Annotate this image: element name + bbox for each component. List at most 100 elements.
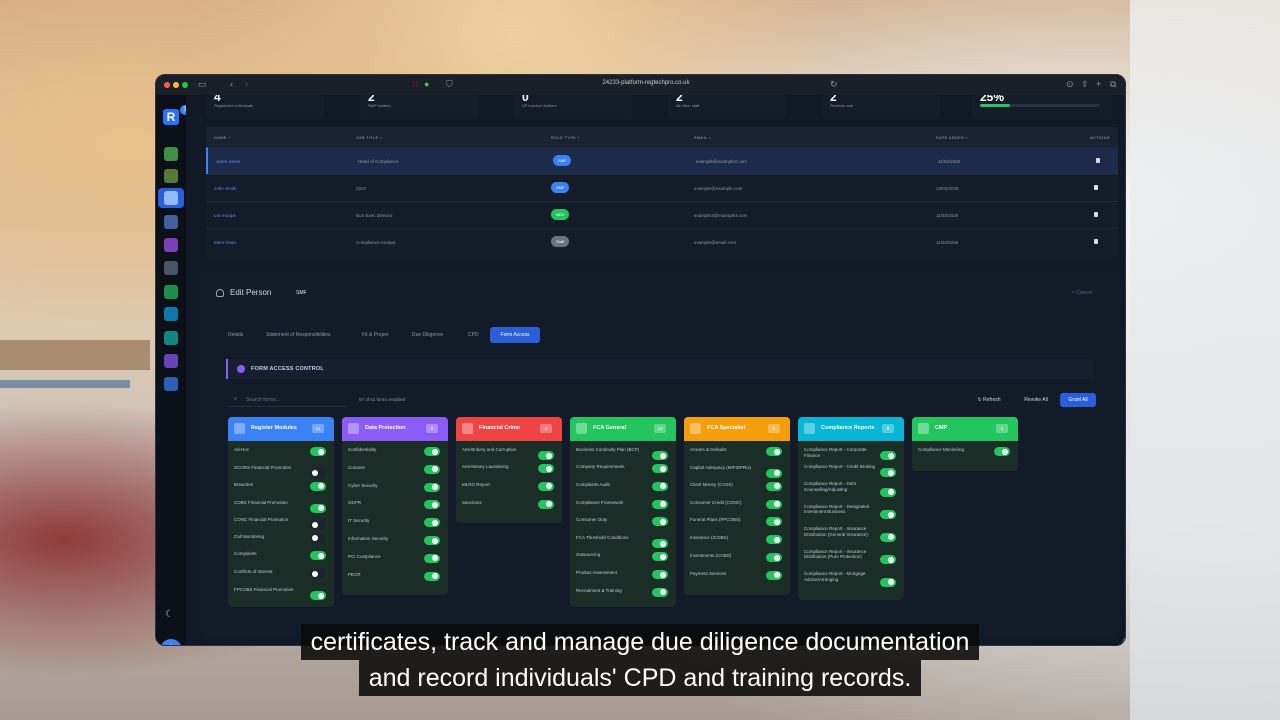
id-card-icon[interactable] [164,261,178,275]
col-date-added[interactable]: DATE ADDED ↕ [936,135,968,140]
share-icon[interactable]: ⇪ [1081,79,1089,90]
person-name[interactable]: Mark Dean [214,240,236,245]
form-access-toggle[interactable] [880,555,896,565]
form-access-toggle[interactable] [310,503,326,513]
form-access-toggle[interactable] [880,510,896,520]
form-access-toggle[interactable] [424,536,440,545]
form-access-toggle[interactable] [766,481,782,491]
dashboard-icon[interactable] [164,147,178,161]
form-access-toggle[interactable] [880,532,896,542]
user-check-icon[interactable] [164,238,178,252]
form-access-toggle[interactable] [652,517,668,527]
extensions-grid-icon[interactable]: ⁙ [411,79,419,90]
form-access-toggle[interactable] [880,468,896,477]
tab-due-diligence[interactable]: Due Diligence [408,327,447,343]
minimize-window-button[interactable] [173,82,179,88]
form-access-toggle[interactable] [880,451,896,460]
form-access-toggle[interactable] [424,571,440,581]
sidebar-toggle-icon[interactable]: ▭ [198,79,207,90]
search-forms-input[interactable]: ⌕ Search forms... [228,393,346,407]
app-logo[interactable]: R [163,109,179,125]
maximize-window-button[interactable] [182,82,188,88]
form-access-toggle[interactable] [424,518,440,528]
download-icon[interactable]: ⊙ [1066,79,1074,90]
form-access-toggle[interactable] [310,520,326,530]
people-icon[interactable] [164,191,178,205]
form-access-toggle[interactable] [424,482,440,492]
cancel-button[interactable]: × Cancel [1072,290,1092,296]
form-access-toggle[interactable] [538,464,554,473]
report-icon[interactable] [164,331,178,345]
form-access-toggle[interactable] [880,487,896,497]
form-access-toggle[interactable] [766,553,782,562]
building-icon[interactable] [164,169,178,183]
form-access-toggle[interactable] [766,535,782,545]
shield-icon[interactable] [164,215,178,229]
col-job-title[interactable]: JOB TITLE ↕ [356,135,382,140]
revoke-all-button[interactable]: Revoke All [1018,393,1054,407]
form-access-toggle[interactable] [538,451,554,460]
form-access-toggle[interactable] [766,468,782,478]
person-name[interactable]: Leo Hoops [214,213,236,218]
delete-icon[interactable] [1094,185,1098,190]
address-bar[interactable]: 24233-platform-regtechpro.co.uk [536,80,756,91]
form-access-toggle[interactable] [766,570,782,580]
table-row[interactable]: John Smith CEO SMF example@example.com 10/02… [206,174,1118,201]
delete-icon[interactable] [1094,212,1098,217]
person-name[interactable]: Janet Jones [216,159,240,164]
form-access-toggle[interactable] [310,533,326,543]
person-name[interactable]: John Smith [214,186,237,191]
col-role-type[interactable]: ROLE TYPE ↕ [551,135,580,140]
col-email[interactable]: EMAIL ↕ [694,135,711,140]
whatsapp-icon[interactable]: ● [424,79,429,89]
form-access-toggle[interactable] [880,577,896,587]
form-access-toggle[interactable] [310,468,326,478]
dark-mode-icon[interactable]: ☾ [165,609,174,620]
form-access-toggle[interactable] [310,447,326,456]
tab-form-access[interactable]: Form Access [490,327,540,343]
refresh-button[interactable]: ↻ Refresh [972,393,1006,407]
form-access-toggle[interactable] [424,500,440,510]
tab-cpd[interactable]: CPD [464,327,483,343]
form-access-toggle[interactable] [766,517,782,527]
mail-icon[interactable] [164,285,178,299]
form-access-toggle[interactable] [766,499,782,509]
document-icon[interactable] [164,354,178,368]
table-row[interactable]: Leo Hoops Non Exec Director NED example3@ex… [206,201,1118,228]
form-access-toggle[interactable] [310,481,326,491]
tab-statement-of-responsibilities[interactable]: Statement of Responsibilities [262,327,334,343]
form-access-toggle[interactable] [652,464,668,473]
form-access-toggle[interactable] [424,553,440,563]
form-access-toggle[interactable] [310,569,326,579]
chart-icon[interactable] [164,307,178,321]
col-name[interactable]: NAME ↑ [214,135,230,140]
table-row[interactable]: Mark Dean Compliance Analyst Staff example@… [206,228,1118,255]
forward-icon[interactable]: › [245,79,248,89]
form-access-toggle[interactable] [424,447,440,456]
delete-icon[interactable] [1094,239,1098,244]
form-access-toggle[interactable] [652,570,668,579]
new-tab-icon[interactable]: + [1096,79,1101,89]
form-access-toggle[interactable] [538,481,554,491]
table-row[interactable]: Janet Jones Head of Compliance SMF example@… [206,147,1118,174]
form-access-toggle[interactable] [310,591,326,600]
form-access-toggle[interactable] [766,447,782,456]
form-access-toggle[interactable] [994,447,1010,456]
tab-details[interactable]: Details [224,327,247,343]
tab-fit-proper[interactable]: Fit & Proper [358,327,393,343]
form-access-toggle[interactable] [652,451,668,460]
back-icon[interactable]: ‹ [230,79,233,89]
form-access-toggle[interactable] [538,499,554,509]
monitor-icon[interactable] [164,377,178,391]
form-access-toggle[interactable] [652,499,668,509]
tab-overview-icon[interactable]: ⧉ [1110,79,1116,90]
form-access-toggle[interactable] [652,552,668,562]
shield-privacy-icon[interactable]: ⛉ [446,79,453,90]
close-window-button[interactable] [164,82,170,88]
form-access-toggle[interactable] [652,481,668,491]
reload-icon[interactable]: ↻ [830,79,838,90]
form-access-toggle[interactable] [652,539,668,549]
grant-all-button[interactable]: Grant All [1060,393,1096,407]
delete-icon[interactable] [1096,158,1100,163]
form-access-toggle[interactable] [424,464,440,474]
